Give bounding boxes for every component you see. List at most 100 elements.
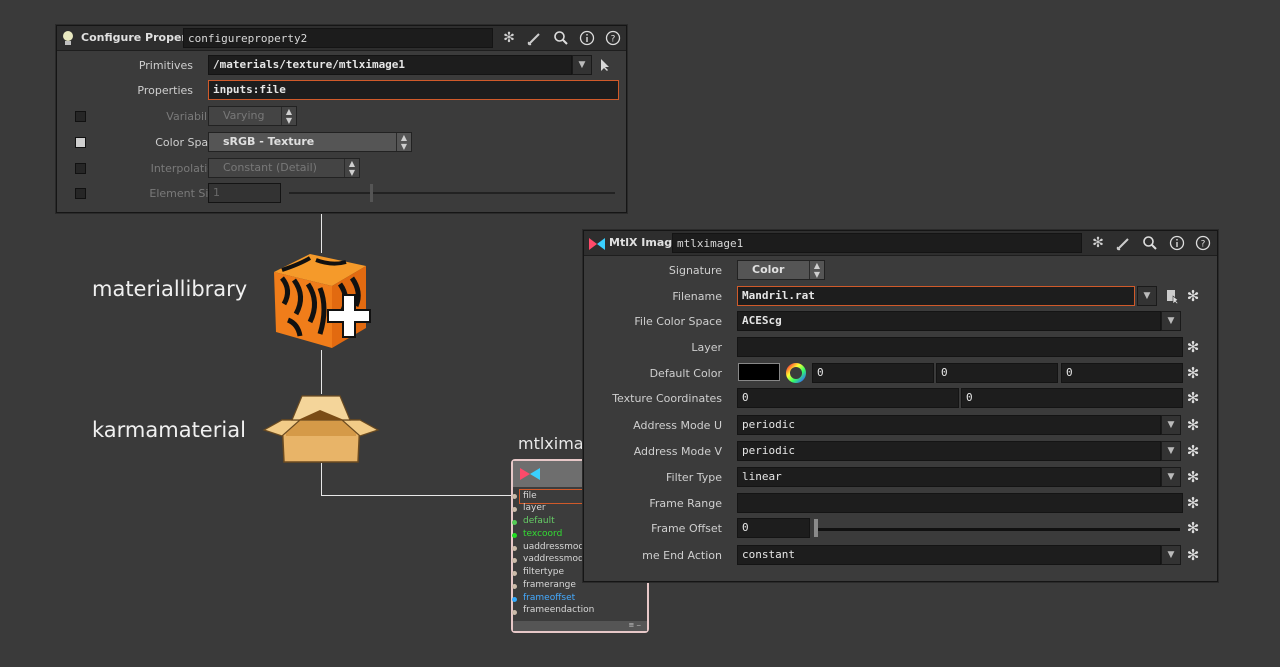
svg-text:?: ? [611, 35, 616, 45]
frame-end-action-label: me End Action [642, 549, 722, 562]
gear-icon[interactable]: ✻ [1185, 520, 1201, 536]
port-dot[interactable] [512, 571, 517, 576]
element-size-label: Element Size [149, 187, 221, 200]
address-mode-v-dropdown-button[interactable]: ▼ [1161, 441, 1181, 461]
gear-icon[interactable]: ✻ [1185, 495, 1201, 511]
wire-karmamaterial-down [321, 463, 322, 496]
frame-end-action-field[interactable]: constant [737, 545, 1161, 565]
brush-icon[interactable] [527, 30, 543, 46]
karmamaterial-node-icon[interactable] [262, 390, 380, 466]
primitives-dropdown-button[interactable]: ▼ [572, 55, 592, 75]
brush-icon[interactable] [1116, 235, 1132, 251]
port-frameendaction[interactable]: frameendaction [523, 605, 594, 615]
file-color-space-field[interactable]: ACEScg [737, 311, 1161, 331]
signature-menu[interactable]: Color ▲ ▼ [737, 260, 825, 280]
help-icon[interactable]: ? [605, 30, 621, 46]
gear-icon[interactable]: ✻ [501, 30, 517, 46]
filename-dropdown-button[interactable]: ▼ [1137, 286, 1157, 306]
karmamaterial-label: karmamaterial [92, 418, 246, 442]
element-size-slider-track[interactable] [289, 192, 615, 194]
filter-type-dropdown-button[interactable]: ▼ [1161, 467, 1181, 487]
variability-menu[interactable]: Varying ▲ ▼ [208, 106, 297, 126]
port-uaddressmode[interactable]: uaddressmode [523, 542, 590, 552]
default-color-r-field[interactable]: 0 [812, 363, 934, 383]
gear-icon[interactable]: ✻ [1090, 235, 1106, 251]
info-icon[interactable] [1169, 235, 1185, 251]
default-color-b-field[interactable]: 0 [1061, 363, 1183, 383]
default-color-swatch[interactable] [738, 363, 780, 381]
color-wheel-icon[interactable] [786, 363, 806, 387]
port-dot[interactable] [512, 533, 517, 538]
element-size-slider-handle[interactable] [370, 184, 373, 202]
frame-offset-slider-track[interactable] [816, 528, 1180, 531]
texture-coordinates-u-field[interactable]: 0 [737, 388, 959, 408]
menu-arrows-icon: ▲ ▼ [809, 261, 824, 279]
address-mode-u-dropdown-button[interactable]: ▼ [1161, 415, 1181, 435]
port-file[interactable]: file [523, 491, 537, 501]
port-dot[interactable] [512, 610, 517, 615]
port-dot[interactable] [512, 520, 517, 525]
select-arrow-icon[interactable] [598, 57, 614, 73]
gear-icon[interactable]: ✻ [1185, 417, 1201, 433]
color-space-menu[interactable]: sRGB - Texture ▲ ▼ [208, 132, 412, 152]
texture-coordinates-v-field[interactable]: 0 [961, 388, 1183, 408]
port-default[interactable]: default [523, 516, 555, 526]
port-dot[interactable] [512, 558, 517, 563]
address-mode-v-field[interactable]: periodic [737, 441, 1161, 461]
file-color-space-dropdown-button[interactable]: ▼ [1161, 311, 1181, 331]
default-color-g-field[interactable]: 0 [936, 363, 1058, 383]
color-space-label: Color Space [155, 136, 221, 149]
gear-icon[interactable]: ✻ [1185, 547, 1201, 563]
address-mode-v-label: Address Mode V [633, 445, 722, 458]
element-size-checkbox[interactable] [75, 188, 86, 199]
gear-icon[interactable]: ✻ [1185, 339, 1201, 355]
port-dot[interactable] [512, 584, 517, 589]
interpolation-checkbox[interactable] [75, 163, 86, 174]
signature-label: Signature [668, 264, 722, 277]
primitives-label: Primitives [138, 59, 193, 72]
node-name-field[interactable]: mtlximage1 [672, 233, 1082, 253]
gear-icon[interactable]: ✻ [1185, 288, 1201, 304]
mtlx-logo-icon [519, 466, 541, 486]
materiallibrary-label: materiallibrary [92, 277, 248, 301]
parameter-header: Configure Property configureproperty2 ✻ … [57, 26, 626, 51]
gear-icon[interactable]: ✻ [1185, 469, 1201, 485]
primitives-field[interactable]: /materials/texture/mtlximage1 [208, 55, 572, 75]
layer-field[interactable] [737, 337, 1183, 357]
gear-icon[interactable]: ✻ [1185, 390, 1201, 406]
port-filtertype[interactable]: filtertype [523, 567, 564, 577]
materiallibrary-node-icon[interactable] [270, 250, 374, 352]
frame-end-action-dropdown-button[interactable]: ▼ [1161, 545, 1181, 565]
svg-text:?: ? [1201, 240, 1206, 250]
variability-value: Varying [223, 109, 265, 122]
frame-offset-slider-handle[interactable] [814, 519, 818, 537]
node-name-field[interactable]: configureproperty2 [183, 28, 493, 48]
port-dot[interactable] [512, 546, 517, 551]
address-mode-u-field[interactable]: periodic [737, 415, 1161, 435]
gear-icon[interactable]: ✻ [1185, 365, 1201, 381]
info-icon[interactable] [579, 30, 595, 46]
search-icon[interactable] [553, 30, 569, 46]
element-size-field[interactable]: 1 [208, 183, 281, 203]
variability-checkbox[interactable] [75, 111, 86, 122]
frame-offset-field[interactable]: 0 [737, 518, 810, 538]
port-dot[interactable] [512, 507, 517, 512]
configure-node-icon [61, 30, 75, 45]
properties-field[interactable]: inputs:file [208, 80, 619, 100]
port-texcoord[interactable]: texcoord [523, 529, 562, 539]
port-vaddressmode[interactable]: vaddressmode [523, 554, 589, 564]
search-icon[interactable] [1142, 235, 1158, 251]
port-framerange[interactable]: framerange [523, 580, 576, 590]
port-layer[interactable]: layer [523, 503, 546, 513]
filename-field[interactable]: Mandril.rat [737, 286, 1135, 306]
help-icon[interactable]: ? [1195, 235, 1211, 251]
port-dot[interactable] [512, 494, 517, 499]
interpolation-menu[interactable]: Constant (Detail) ▲ ▼ [208, 158, 360, 178]
gear-icon[interactable]: ✻ [1185, 443, 1201, 459]
file-browse-icon[interactable] [1165, 288, 1181, 308]
color-space-checkbox[interactable] [75, 137, 86, 148]
frame-range-field[interactable] [737, 493, 1183, 513]
port-dot[interactable] [512, 597, 517, 602]
port-frameoffset[interactable]: frameoffset [523, 593, 575, 603]
filter-type-field[interactable]: linear [737, 467, 1161, 487]
